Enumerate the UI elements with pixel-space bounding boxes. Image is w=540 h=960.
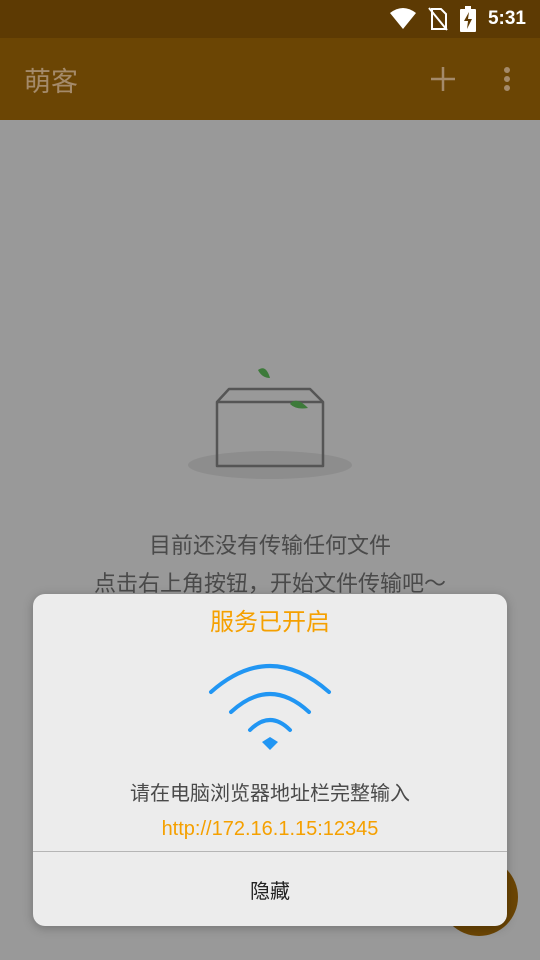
dialog-title: 服务已开启 [210,608,330,636]
server-url: http://172.16.1.15:12345 [161,818,379,840]
wifi-icon [389,8,416,30]
empty-state-line-1: 目前还没有传输任何文件 [148,534,391,559]
service-dialog: 服务已开启 请在电脑浏览器地址栏完整输入 http://172.16.1.15:… [33,594,507,926]
no-sim-icon [428,7,448,31]
add-button[interactable] [426,62,460,96]
hide-button[interactable]: 隐藏 [33,852,507,926]
battery-charging-icon [459,6,476,32]
status-bar: 5:31 [0,0,540,38]
more-vert-icon [504,67,510,91]
dialog-message: 请在电脑浏览器地址栏完整输入 [130,781,410,805]
empty-box-icon [188,368,352,479]
wifi-signal-icon [209,664,331,750]
app-title: 萌客 [24,67,78,98]
more-options-button[interactable] [496,62,518,96]
status-time: 5:31 [487,8,526,29]
add-icon [431,67,455,91]
app-bar: 萌客 [0,38,540,120]
